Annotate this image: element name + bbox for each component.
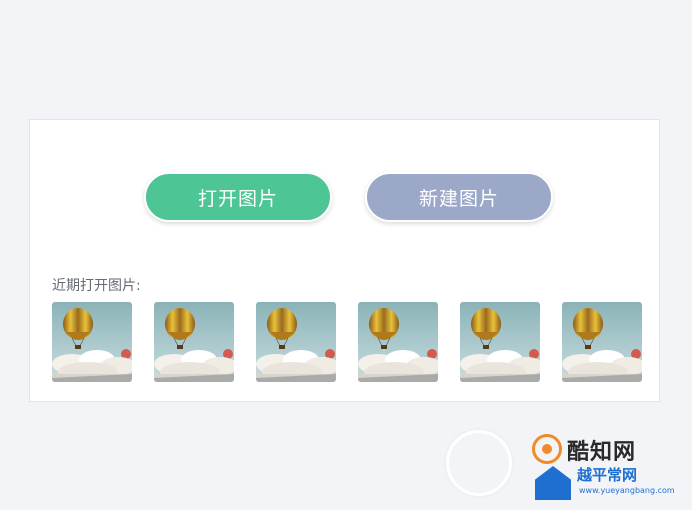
recent-image-thumbnail[interactable] xyxy=(562,302,642,382)
recent-images-label: 近期打开图片: xyxy=(52,278,141,294)
watermark-circle-icon xyxy=(446,430,512,496)
open-image-panel: 打开图片 新建图片 近期打开图片: xyxy=(29,119,660,402)
new-image-button[interactable]: 新建图片 xyxy=(365,172,553,222)
recent-image-thumbnail[interactable] xyxy=(52,302,132,382)
hot-air-balloon-image-icon xyxy=(460,302,540,382)
open-image-button[interactable]: 打开图片 xyxy=(144,172,332,222)
hot-air-balloon-image-icon xyxy=(358,302,438,382)
site-watermark: 酷知网 越平常网 www.yueyangbang.com xyxy=(440,420,692,510)
hot-air-balloon-image-icon xyxy=(52,302,132,382)
hot-air-balloon-image-icon xyxy=(256,302,336,382)
recent-image-thumbnail[interactable] xyxy=(154,302,234,382)
watermark-badge: 越平常网 www.yueyangbang.com xyxy=(535,462,691,508)
watermark-badge-text: 越平常网 xyxy=(577,466,638,484)
recent-image-thumbnail[interactable] xyxy=(358,302,438,382)
recent-image-thumbnail[interactable] xyxy=(256,302,336,382)
recent-image-thumbnail[interactable] xyxy=(460,302,540,382)
hot-air-balloon-image-icon xyxy=(154,302,234,382)
hot-air-balloon-image-icon xyxy=(562,302,642,382)
house-icon xyxy=(535,466,571,500)
watermark-logo-icon xyxy=(532,434,562,464)
watermark-url: www.yueyangbang.com xyxy=(579,486,675,495)
